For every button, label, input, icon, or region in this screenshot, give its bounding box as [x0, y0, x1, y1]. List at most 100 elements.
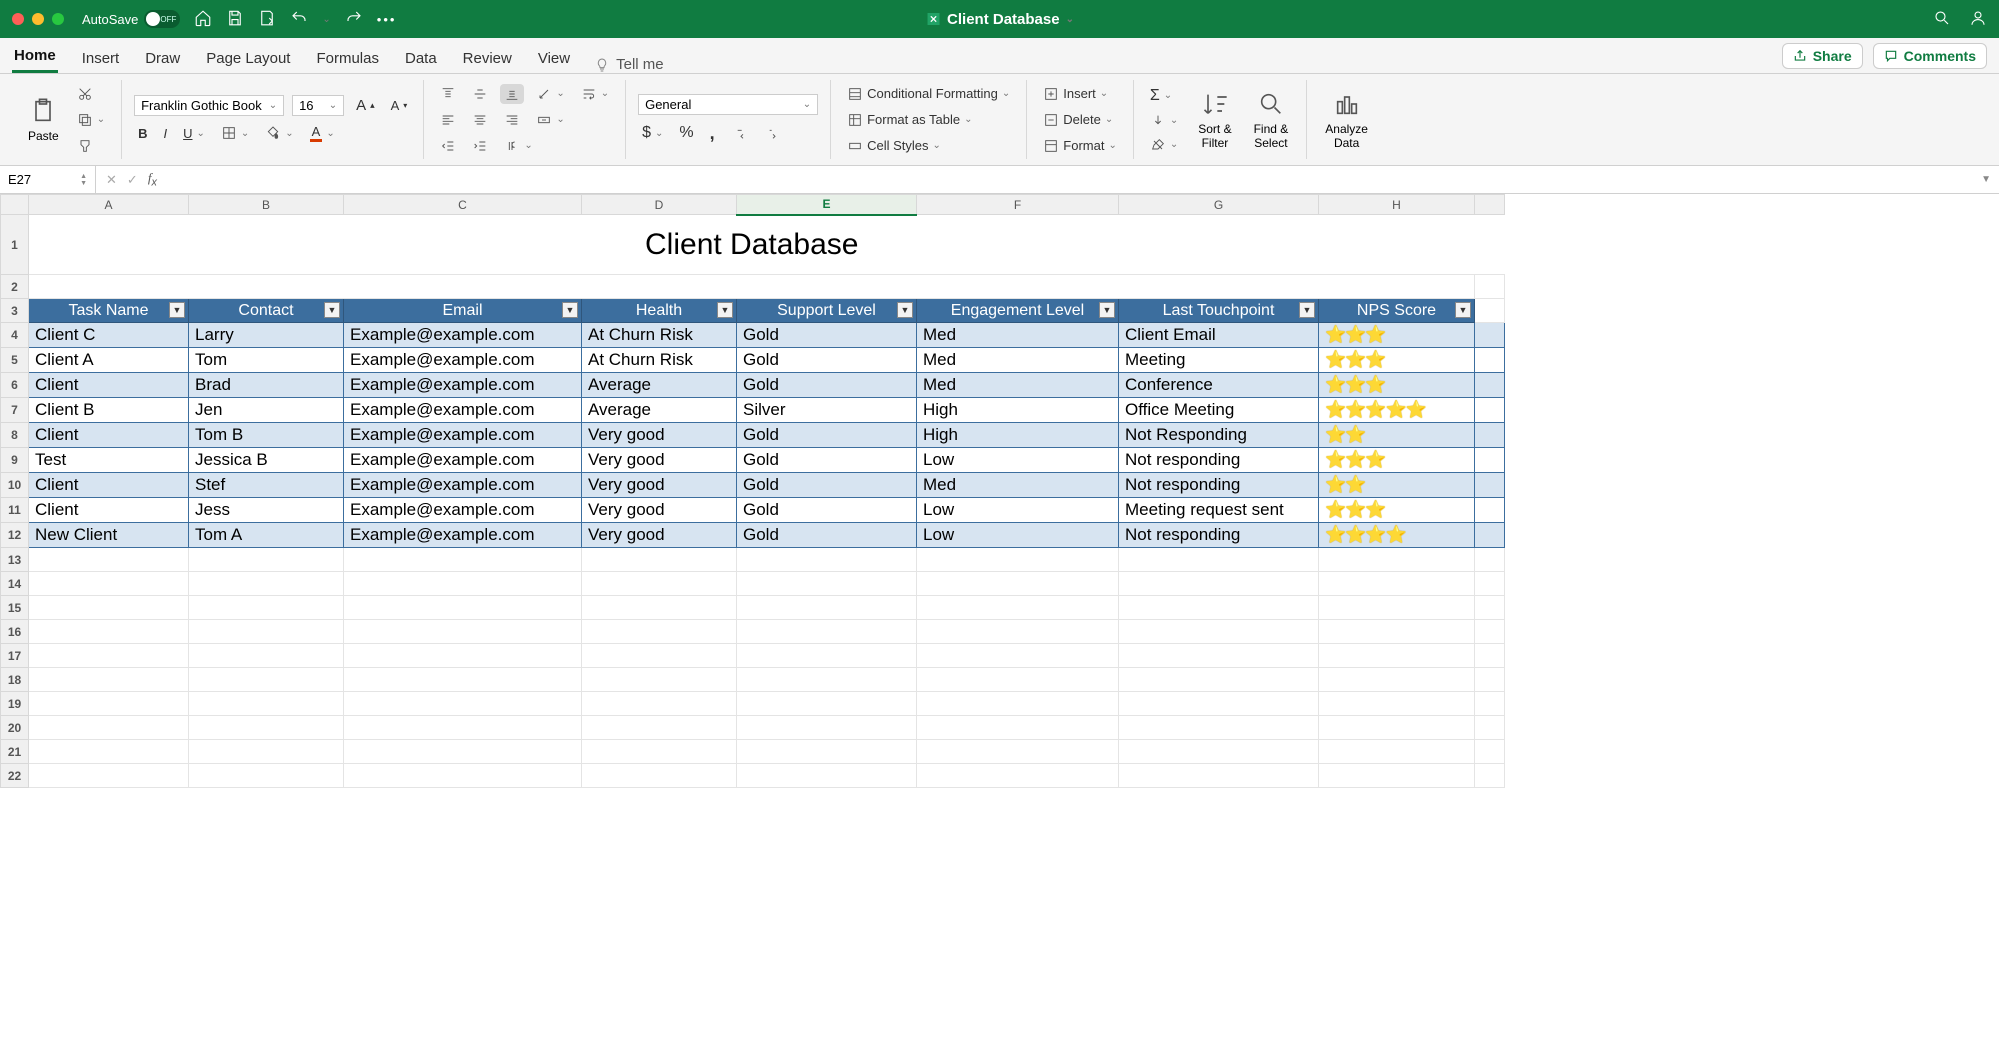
empty-cell[interactable]: [917, 596, 1119, 620]
empty-cell[interactable]: [189, 644, 344, 668]
empty-cell[interactable]: [737, 620, 917, 644]
table-row[interactable]: 5 Client A Tom Example@example.com At Ch…: [1, 348, 1505, 373]
row-header-6[interactable]: 6: [1, 373, 29, 398]
table-header-last-touchpoint[interactable]: Last Touchpoint▼: [1119, 299, 1319, 323]
cell-email[interactable]: Example@example.com: [344, 423, 582, 448]
empty-cell[interactable]: [1119, 548, 1319, 572]
cell-support[interactable]: Gold: [737, 423, 917, 448]
cell-engagement[interactable]: Med: [917, 348, 1119, 373]
paste-button[interactable]: Paste: [22, 93, 65, 147]
cell-engagement[interactable]: Low: [917, 498, 1119, 523]
font-size-select[interactable]: 16⌄: [292, 95, 344, 116]
empty-cell[interactable]: [344, 596, 582, 620]
align-left-button[interactable]: [436, 110, 460, 130]
row-header-19[interactable]: 19: [1, 692, 29, 716]
search-icon[interactable]: [1933, 9, 1951, 30]
decrease-indent-button[interactable]: [436, 136, 460, 156]
empty-cell[interactable]: [29, 668, 189, 692]
empty-cell[interactable]: [737, 596, 917, 620]
row-header-3[interactable]: 3: [1, 299, 29, 323]
filter-icon[interactable]: ▼: [897, 302, 913, 318]
currency-button[interactable]: $⌄: [638, 122, 667, 144]
empty-cell[interactable]: [737, 668, 917, 692]
col-header-E[interactable]: E: [737, 195, 917, 215]
empty-cell[interactable]: [1119, 764, 1319, 788]
cell-touchpoint[interactable]: Not Responding: [1119, 423, 1319, 448]
table-header-support-level[interactable]: Support Level▼: [737, 299, 917, 323]
cell-health[interactable]: Average: [582, 398, 737, 423]
cell-contact[interactable]: Jess: [189, 498, 344, 523]
filter-icon[interactable]: ▼: [1299, 302, 1315, 318]
empty-cell[interactable]: [1319, 740, 1475, 764]
align-top-button[interactable]: [436, 84, 460, 104]
empty-cell[interactable]: [189, 548, 344, 572]
italic-button[interactable]: I: [159, 124, 171, 143]
empty-cell[interactable]: [737, 548, 917, 572]
align-bottom-button[interactable]: [500, 84, 524, 104]
namebox-spinner-icon[interactable]: ▲▼: [80, 173, 87, 187]
increase-decimal-button[interactable]: [727, 123, 751, 143]
empty-cell[interactable]: [1319, 716, 1475, 740]
empty-cell[interactable]: [917, 740, 1119, 764]
cell-nps[interactable]: ⭐⭐: [1319, 423, 1475, 448]
cell-touchpoint[interactable]: Meeting request sent: [1119, 498, 1319, 523]
delete-cells-button[interactable]: Delete⌄: [1039, 110, 1121, 130]
empty-cell[interactable]: [917, 692, 1119, 716]
number-format-select[interactable]: General⌄: [638, 94, 818, 115]
empty-cell[interactable]: [917, 548, 1119, 572]
cell-health[interactable]: Very good: [582, 498, 737, 523]
format-as-table-button[interactable]: Format as Table⌄: [843, 110, 1014, 130]
cell-support[interactable]: Gold: [737, 323, 917, 348]
table-row[interactable]: 6 Client Brad Example@example.com Averag…: [1, 373, 1505, 398]
row-header-20[interactable]: 20: [1, 716, 29, 740]
cell-contact[interactable]: Stef: [189, 473, 344, 498]
table-row[interactable]: 7 Client B Jen Example@example.com Avera…: [1, 398, 1505, 423]
minimize-window-icon[interactable]: [32, 13, 44, 25]
row-header-8[interactable]: 8: [1, 423, 29, 448]
cell-contact[interactable]: Brad: [189, 373, 344, 398]
autosave-toggle[interactable]: AutoSave OFF: [82, 10, 180, 28]
undo-dropdown-icon[interactable]: ⌄: [322, 14, 330, 25]
redo-icon[interactable]: [345, 9, 363, 30]
cell-email[interactable]: Example@example.com: [344, 523, 582, 548]
document-title[interactable]: Client Database ⌄: [925, 11, 1074, 28]
cell-contact[interactable]: Larry: [189, 323, 344, 348]
row-header-16[interactable]: 16: [1, 620, 29, 644]
cell-engagement[interactable]: Med: [917, 473, 1119, 498]
empty-cell[interactable]: [189, 572, 344, 596]
table-row[interactable]: 10 Client Stef Example@example.com Very …: [1, 473, 1505, 498]
row-header-2[interactable]: 2: [1, 275, 29, 299]
empty-cell[interactable]: [1319, 596, 1475, 620]
percent-button[interactable]: %: [675, 122, 697, 144]
row-header-12[interactable]: 12: [1, 523, 29, 548]
empty-cell[interactable]: [29, 620, 189, 644]
find-select-button[interactable]: Find & Select: [1248, 86, 1295, 154]
filter-icon[interactable]: ▼: [1099, 302, 1115, 318]
empty-cell[interactable]: [1319, 764, 1475, 788]
empty-cell[interactable]: [1319, 644, 1475, 668]
cell-health[interactable]: At Churn Risk: [582, 348, 737, 373]
merge-button[interactable]: ⌄: [532, 110, 568, 130]
tab-view[interactable]: View: [536, 44, 572, 73]
tab-insert[interactable]: Insert: [80, 44, 122, 73]
cell-engagement[interactable]: High: [917, 423, 1119, 448]
empty-cell[interactable]: [29, 596, 189, 620]
row-header-11[interactable]: 11: [1, 498, 29, 523]
empty-cell[interactable]: [344, 692, 582, 716]
filter-icon[interactable]: ▼: [562, 302, 578, 318]
cell-health[interactable]: At Churn Risk: [582, 323, 737, 348]
cell-health[interactable]: Very good: [582, 448, 737, 473]
cell-engagement[interactable]: Low: [917, 523, 1119, 548]
cell-nps[interactable]: ⭐⭐⭐: [1319, 348, 1475, 373]
empty-cell[interactable]: [189, 596, 344, 620]
empty-cell[interactable]: [1119, 620, 1319, 644]
cell-touchpoint[interactable]: Office Meeting: [1119, 398, 1319, 423]
row-header-1[interactable]: 1: [1, 215, 29, 275]
filter-icon[interactable]: ▼: [324, 302, 340, 318]
table-row[interactable]: 12 New Client Tom A Example@example.com …: [1, 523, 1505, 548]
row-header-21[interactable]: 21: [1, 740, 29, 764]
table-row[interactable]: 8 Client Tom B Example@example.com Very …: [1, 423, 1505, 448]
cell-task[interactable]: New Client: [29, 523, 189, 548]
account-icon[interactable]: [1969, 9, 1987, 30]
cancel-icon[interactable]: ✕: [106, 172, 117, 188]
